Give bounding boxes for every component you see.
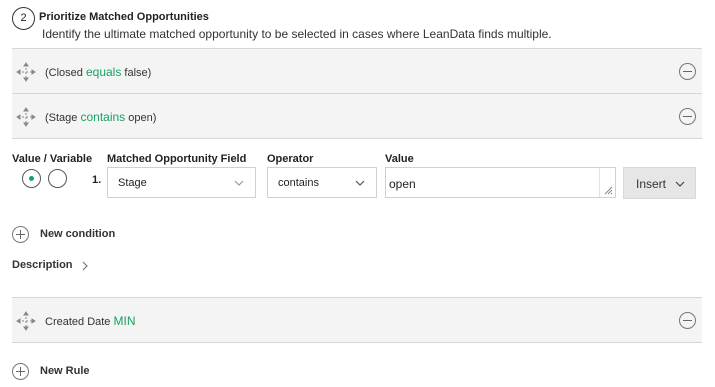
chevron-down-icon (234, 180, 244, 186)
chevron-right-icon[interactable] (79, 260, 91, 272)
rule-summary: (Stage contains open) (45, 110, 157, 124)
rule-row-stage[interactable]: (Stage contains open) (12, 93, 702, 139)
new-rule-link[interactable]: New Rule (40, 365, 90, 377)
drag-handle-icon[interactable] (16, 311, 36, 331)
operator-select[interactable]: contains (267, 167, 377, 198)
drag-handle-icon[interactable] (16, 107, 36, 127)
rule-row-created-date[interactable]: Created Date MIN (12, 297, 702, 343)
chevron-down-icon (355, 180, 365, 186)
step-number-badge: 2 (12, 7, 35, 30)
add-condition-icon[interactable] (12, 226, 29, 243)
insert-button[interactable]: Insert (623, 167, 696, 199)
insert-label: Insert (636, 177, 667, 191)
add-rule-icon[interactable] (12, 363, 29, 380)
rule-operator: equals (85, 65, 122, 79)
description-toggle[interactable]: Description (12, 259, 73, 271)
value-header: Value (385, 153, 414, 165)
remove-rule-icon[interactable] (679, 108, 696, 125)
rule-operator: contains (80, 110, 126, 124)
operator-select-value: contains (278, 177, 319, 189)
rule-operator: MIN (113, 314, 136, 328)
field-select[interactable]: Stage (107, 167, 256, 198)
section-title: Prioritize Matched Opportunities (39, 11, 209, 23)
drag-handle-icon[interactable] (16, 62, 36, 82)
field-select-value: Stage (118, 177, 147, 189)
rule-summary: (Closed equals false) (45, 65, 152, 79)
condition-number: 1. (92, 174, 102, 186)
resize-grip-icon[interactable] (604, 186, 613, 195)
value-radio[interactable] (22, 169, 41, 188)
operator-header: Operator (267, 153, 314, 165)
new-condition-link[interactable]: New condition (40, 228, 115, 240)
remove-rule-icon[interactable] (679, 63, 696, 80)
remove-rule-icon[interactable] (679, 312, 696, 329)
value-input-text: open (389, 177, 416, 191)
rule-summary: Created Date MIN (45, 314, 136, 328)
value-input[interactable]: open (385, 167, 616, 198)
section-subtitle: Identify the ultimate matched opportunit… (42, 27, 552, 41)
chevron-down-icon (675, 181, 685, 187)
value-variable-header: Value / Variable (12, 153, 93, 165)
rule-row-closed[interactable]: (Closed equals false) (12, 48, 702, 94)
field-header: Matched Opportunity Field (107, 153, 247, 165)
variable-radio[interactable] (48, 169, 67, 188)
